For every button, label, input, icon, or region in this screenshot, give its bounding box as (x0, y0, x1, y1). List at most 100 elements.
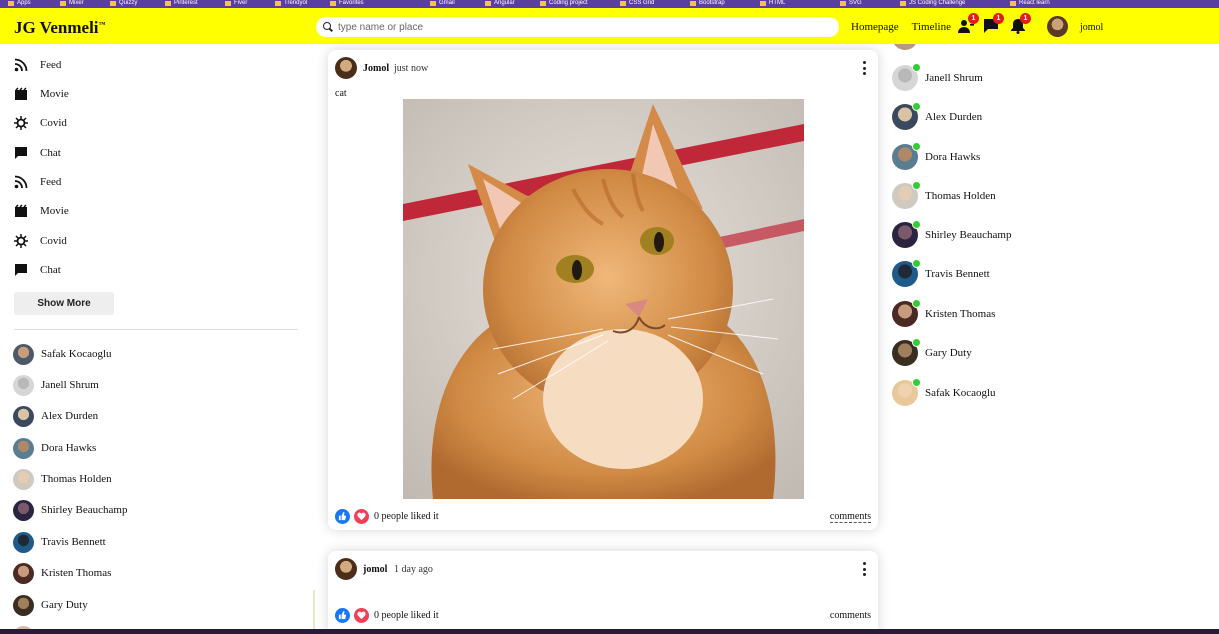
friend-requests-button[interactable]: 1 (958, 13, 979, 34)
sidebar-item-covid[interactable]: Covid (14, 231, 67, 251)
bookmark[interactable]: Angular (485, 0, 515, 6)
notifications-button[interactable]: 1 (1010, 13, 1031, 34)
post-author-avatar[interactable] (335, 558, 357, 580)
bookmark[interactable]: CSS Grid (620, 0, 654, 6)
messages-button[interactable]: 1 (983, 13, 1004, 34)
bookmark[interactable]: Pinterest (165, 0, 198, 6)
post-image[interactable] (403, 99, 804, 499)
show-more-button[interactable]: Show More (14, 292, 114, 315)
post-author[interactable]: jomol (363, 564, 387, 575)
online-friend-item[interactable]: Kristen Thomas (892, 299, 996, 327)
online-friend-item[interactable]: Shirley Beauchamp (892, 220, 1011, 248)
avatar (13, 562, 34, 584)
comments-link[interactable]: comments (830, 610, 871, 621)
friend-requests-badge: 1 (968, 13, 979, 24)
heart-icon[interactable] (354, 509, 369, 524)
bookmark[interactable]: React learn (1010, 0, 1050, 6)
bookmark[interactable]: SVG (840, 0, 862, 6)
clapperboard-icon (15, 87, 27, 100)
online-status-dot (912, 378, 921, 387)
online-friend-item[interactable]: Dora Hawks (892, 142, 981, 170)
sidebar-item-chat[interactable]: Chat (14, 260, 61, 280)
online-friend-item[interactable]: Safak Kocaoglu (892, 378, 996, 406)
heart-icon[interactable] (354, 608, 369, 623)
online-friend-name: Dora Hawks (925, 151, 981, 163)
friend-name: Safak Kocaoglu (41, 348, 112, 360)
bookmark[interactable]: Gmail (430, 0, 455, 6)
comments-link[interactable]: comments (829, 511, 871, 523)
sidebar-item-covid[interactable]: Covid (14, 113, 67, 133)
post-author[interactable]: Jomol (363, 63, 389, 74)
avatar (13, 405, 34, 427)
online-friend-name: Thomas Holden (925, 190, 996, 202)
sidebar-item-chat[interactable]: Chat (14, 143, 61, 163)
avatar (892, 299, 921, 327)
sidebar-item-movie[interactable]: Movie (14, 201, 69, 221)
online-status-dot (912, 259, 921, 268)
sidebar-item-feed[interactable]: Feed (14, 172, 61, 192)
online-friend-item[interactable]: Alex Durden (892, 102, 982, 130)
friend-name: Travis Bennett (41, 536, 106, 548)
bookmark[interactable]: Trendyol (275, 0, 307, 6)
online-friend-item[interactable]: Gary Duty (892, 338, 972, 366)
avatar (892, 259, 921, 287)
chat-bubble-icon (15, 147, 27, 159)
sidebar-item-label: Movie (40, 88, 69, 100)
friend-name: Thomas Holden (41, 473, 112, 485)
avatar (13, 468, 34, 490)
post-author-avatar[interactable] (335, 57, 357, 79)
friend-item[interactable]: Thomas Holden (13, 468, 112, 490)
bookmark[interactable]: Fiver (225, 0, 247, 6)
friend-name: Gary Duty (41, 599, 88, 611)
sidebar-item-feed[interactable]: Feed (14, 55, 61, 75)
friend-item[interactable]: Travis Bennett (13, 531, 106, 553)
friend-item[interactable]: Kristen Thomas (13, 562, 111, 584)
sidebar-item-label: Covid (40, 235, 67, 247)
avatar (13, 499, 34, 521)
avatar (892, 181, 921, 209)
avatar (892, 378, 921, 406)
friend-item[interactable]: Dora Hawks (13, 437, 96, 459)
friend-item[interactable]: Janell Shrum (13, 374, 99, 396)
post-card: Jomol just now cat 0 people liked it com… (328, 50, 878, 530)
bookmark[interactable]: Favorites (330, 0, 364, 6)
search-icon (323, 22, 333, 32)
like-icon[interactable] (335, 509, 350, 524)
bookmark[interactable]: Quizzy (110, 0, 137, 6)
bookmark[interactable]: Bootstrap (690, 0, 725, 6)
homepage-link[interactable]: Homepage (851, 21, 899, 33)
post-menu-icon[interactable] (862, 562, 866, 576)
online-status-dot (912, 299, 921, 308)
online-friend-item[interactable]: Janell Shrum (892, 63, 983, 91)
like-icon[interactable] (335, 608, 350, 623)
user-avatar[interactable] (1047, 16, 1068, 37)
sidebar-item-movie[interactable]: Movie (14, 84, 69, 104)
post-timestamp: just now (394, 63, 429, 74)
online-status-dot (912, 181, 921, 190)
online-friend-name: Janell Shrum (925, 72, 983, 84)
bookmark[interactable]: Mixer (60, 0, 84, 6)
search-input[interactable] (338, 21, 818, 33)
friend-item[interactable]: Shirley Beauchamp (13, 499, 127, 521)
bookmark[interactable]: Coding project (540, 0, 588, 6)
logo[interactable]: JG Venmeli™ (14, 18, 106, 38)
avatar (892, 44, 918, 50)
online-friend-name: Kristen Thomas (925, 308, 996, 320)
cat-photo (403, 99, 804, 499)
sidebar-item-label: Chat (40, 264, 61, 276)
online-status-dot (912, 220, 921, 229)
bookmark[interactable]: JS Coding Challenge (900, 0, 965, 6)
online-friends-sidebar: Janell Shrum Alex Durden Dora Hawks Thom… (888, 44, 1219, 634)
friend-name: Janell Shrum (41, 379, 99, 391)
friend-item[interactable]: Alex Durden (13, 405, 98, 427)
friend-item[interactable]: Gary Duty (13, 594, 88, 616)
friend-item[interactable]: Safak Kocaoglu (13, 343, 112, 365)
bookmark[interactable]: Apps (8, 0, 31, 6)
post-menu-icon[interactable] (862, 61, 866, 75)
top-username[interactable]: jomol (1080, 22, 1103, 33)
timeline-link[interactable]: Timeline (912, 21, 951, 33)
bookmark[interactable]: HTML (760, 0, 785, 6)
online-friend-item[interactable]: Thomas Holden (892, 181, 996, 209)
avatar (13, 531, 34, 553)
online-friend-item[interactable]: Travis Bennett (892, 259, 990, 287)
